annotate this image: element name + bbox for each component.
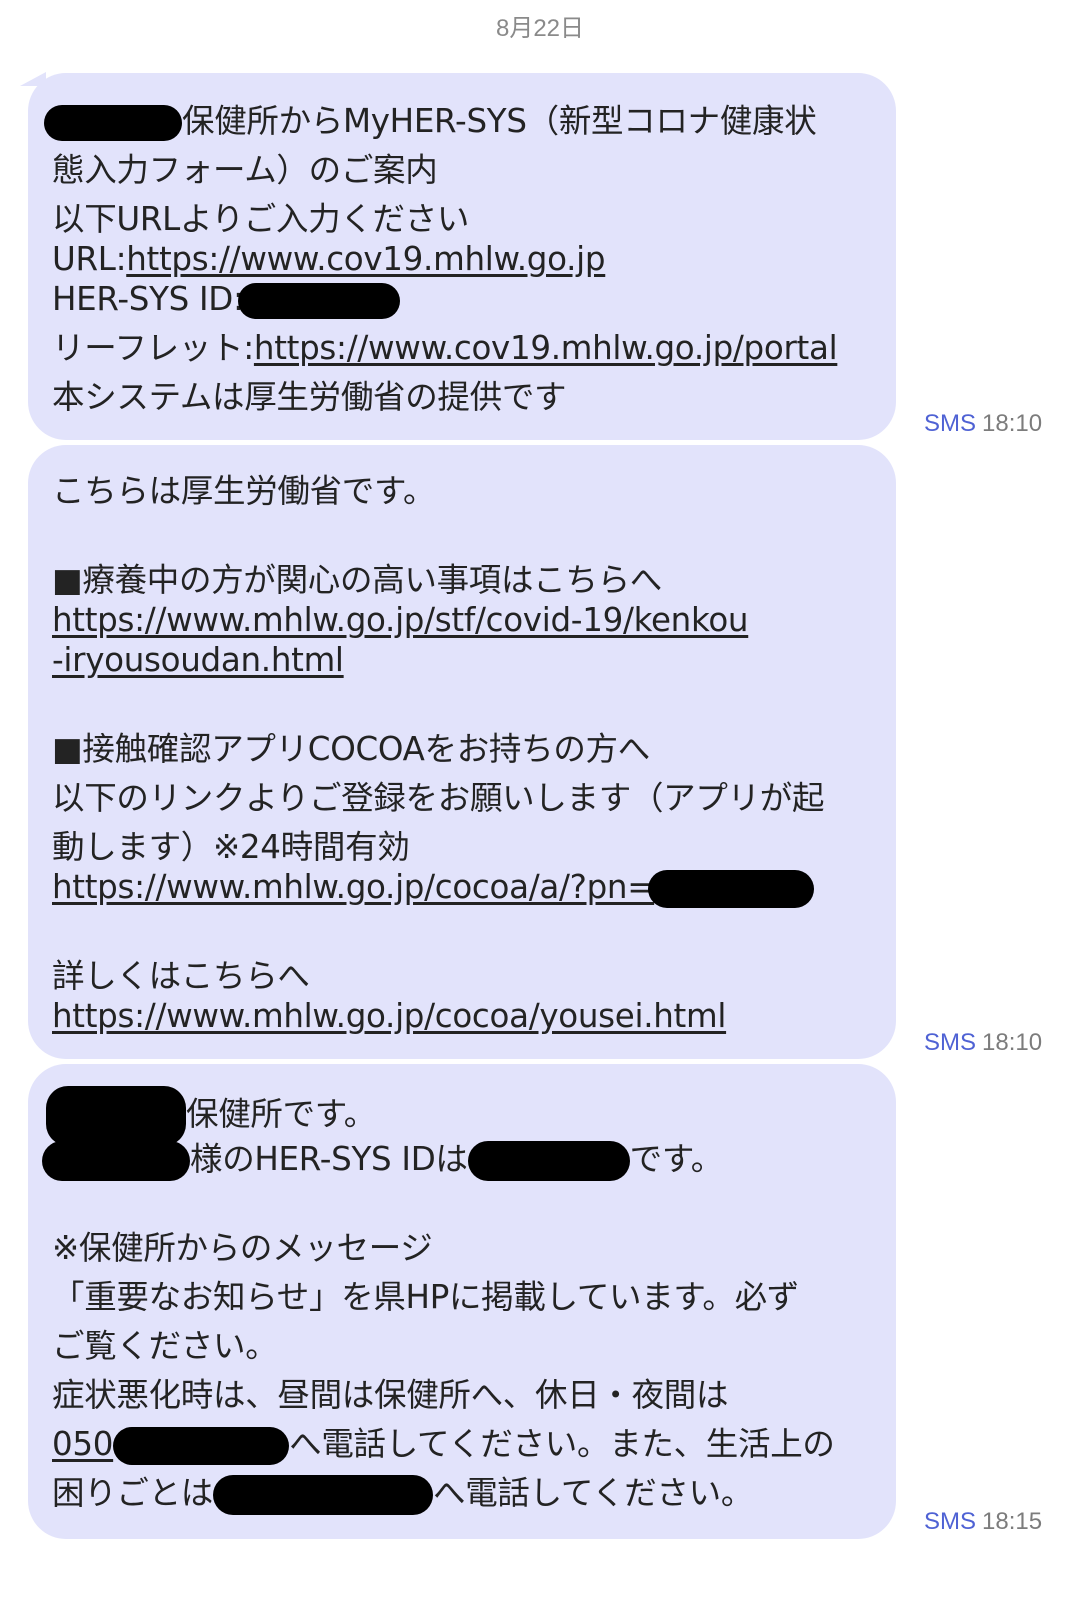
message-line: 本システムは厚生労働省の提供です [52,378,567,416]
redacted-text [467,1141,630,1181]
message-type: SMS [924,1508,977,1535]
message-line: -iryousoudan.html [52,636,896,685]
message-meta: SMS 18:15 [924,1508,1042,1536]
message-line: HER-SYS ID: [52,275,896,324]
redacted-text [648,870,815,908]
message-bubble[interactable]: 保健所からMyHER-SYS（新型コロナ健康状 態入力フォーム）のご案内 以下U… [28,73,896,440]
message-line: リーフレット:https://www.cov19.mhlw.go.jp/port… [52,329,838,367]
phone-link[interactable]: 050 [52,1425,113,1463]
message-line: https://www.mhlw.go.jp/cocoa/a/?pn= [52,863,896,912]
message-line: 動します）※24時間有効 [52,828,410,866]
message-line: 詳しくはこちらへ [52,957,310,995]
message-line: 以下のリンクよりご登録をお願いします（アプリが起 [52,779,825,817]
message-line: 困りごとは へ電話してください。 [52,1469,896,1518]
redacted-text [42,1141,190,1181]
date-header: 8月22日 [495,15,585,42]
message-line: 保健所からMyHER-SYS（新型コロナ健康状 [44,97,896,146]
message-time: 18:10 [982,1029,1043,1056]
message-line: ご覧ください。 [52,1327,278,1365]
message-line: 保健所です。 [46,1086,896,1146]
message-line: ※保健所からのメッセージ [52,1229,433,1267]
message-type: SMS [924,1029,977,1056]
redacted-text [113,1427,290,1465]
message-line: 様のHER-SYS IDは です。 [42,1135,896,1184]
message-line: ■療養中の方が関心の高い事項はこちらへ [52,561,663,599]
message-line: 「重要なお知らせ」を県HPに掲載しています。必ず [52,1278,799,1316]
message-bubble[interactable]: 保健所です。 様のHER-SYS IDは です。 ※保健所からのメッセージ 「重要… [28,1064,896,1539]
link[interactable]: https://www.mhlw.go.jp/cocoa/yousei.html [52,997,726,1035]
message-meta: SMS 18:10 [924,1029,1042,1057]
message-line: https://www.mhlw.go.jp/cocoa/yousei.html [52,992,896,1041]
message-time: 18:10 [982,410,1043,437]
message-line: 050 へ電話してください。また、生活上の [52,1425,835,1465]
message-line: 以下URLよりご入力ください [52,200,470,238]
redacted-text [213,1475,434,1515]
message-type: SMS [924,410,977,437]
redacted-text [44,105,182,141]
message-time: 18:15 [982,1508,1043,1535]
message-line: ■接触確認アプリCOCOAをお持ちの方へ [52,730,650,768]
message-line: https://www.mhlw.go.jp/stf/covid-19/kenk… [52,596,896,639]
link[interactable]: -iryousoudan.html [52,641,344,679]
link[interactable]: https://www.mhlw.go.jp/stf/covid-19/kenk… [52,601,749,639]
message-meta: SMS 18:10 [924,410,1042,438]
message-line: URL:https://www.cov19.mhlw.go.jp [52,240,606,278]
link[interactable]: https://www.cov19.mhlw.go.jp/portal [254,329,838,367]
message-line: 態入力フォーム）のご案内 [52,151,438,189]
message-bubble[interactable]: こちらは厚生労働省です。 ■療養中の方が関心の高い事項はこちらへ https:/… [28,445,896,1059]
redacted-text [237,283,400,319]
message-line: こちらは厚生労働省です。 [52,472,436,510]
link[interactable]: https://www.cov19.mhlw.go.jp [126,240,605,278]
link[interactable]: https://www.mhlw.go.jp/cocoa/a/?pn= [52,868,654,906]
message-line: 症状悪化時は、昼間は保健所へ、休日・夜間は [52,1376,729,1414]
